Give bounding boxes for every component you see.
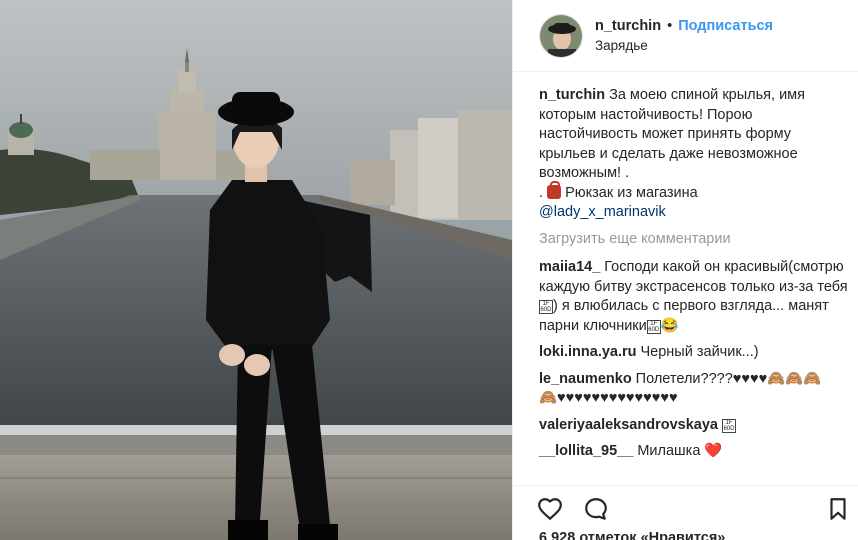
caption-line2-prefix: . [539,184,544,201]
comment-item: le_naumenko Полетели????♥♥♥♥🙈🙈🙈 🙈♥♥♥♥♥♥♥♥… [539,370,848,409]
caption-mention-link[interactable]: @lady_x_marinavik [539,204,666,220]
comments-list: n_turchin За моею спиной крылья, имя кото… [539,86,848,469]
comment-text: Черный зайчик...) [640,344,759,360]
post-header: n_turchin • Подписаться Зарядье [513,0,858,72]
heart-outline-icon[interactable] [537,496,563,522]
photo-illustration [0,0,512,540]
caption: n_turchin За моею спиной крылья, имя кото… [539,86,848,223]
likes-count[interactable]: 6 928 отметок «Нравится» [539,530,725,540]
missing-glyph-icon: 1F 60D [646,319,661,334]
comment-text: Милашка [637,443,701,459]
comment-username[interactable]: le_naumenko [539,371,632,387]
missing-glyph-icon: 1F 60D [721,418,736,433]
comment-emoji: 😂 [660,317,679,334]
bookmark-icon[interactable] [825,496,851,522]
comment-text-continued: ) я влюбилась с первого взгляда... манят… [539,298,829,334]
comment-item: loki.inna.ya.ru Черный зайчик...) [539,343,848,363]
header-username[interactable]: n_turchin [595,18,661,34]
comment-username[interactable]: maiia14_ [539,259,600,275]
comment-emoji: ❤️ [704,443,723,459]
avatar[interactable] [539,13,583,58]
comment-username[interactable]: loki.inna.ya.ru [539,344,637,360]
header-separator: • [667,17,673,34]
comment-bubble-icon[interactable] [583,496,609,522]
comment-item: maiia14_ Господи какой он красивый(смотрю… [539,258,848,336]
load-more-comments-button[interactable]: Загрузить еще комментарии [539,230,848,250]
avatar-image [540,14,582,57]
backpack-emoji-icon [547,180,562,199]
follow-button[interactable]: Подписаться [678,18,773,34]
comment-text-continued: 🙈♥♥♥♥♥♥♥♥♥♥♥♥♥♥ [539,390,678,406]
comment-username[interactable]: valeriyaaleksandrovskaya [539,417,718,433]
comment-username[interactable]: __lollita_95__ [539,443,633,459]
location-link[interactable]: Зарядье [595,36,773,56]
caption-username[interactable]: n_turchin [539,87,605,103]
comment-text: Полетели????♥♥♥♥🙈🙈🙈 [635,370,822,387]
comment-item: valeriyaaleksandrovskaya 1F 60D [539,416,848,436]
comment-item: __lollita_95__ Милашка ❤️ [539,442,848,462]
post-panel: n_turchin • Подписаться Зарядье n_turchi… [512,0,858,540]
missing-glyph-icon: 1F 60D [539,300,553,314]
post-photo[interactable] [0,0,512,540]
caption-line2-text: Рюкзак из магазина [565,184,698,201]
